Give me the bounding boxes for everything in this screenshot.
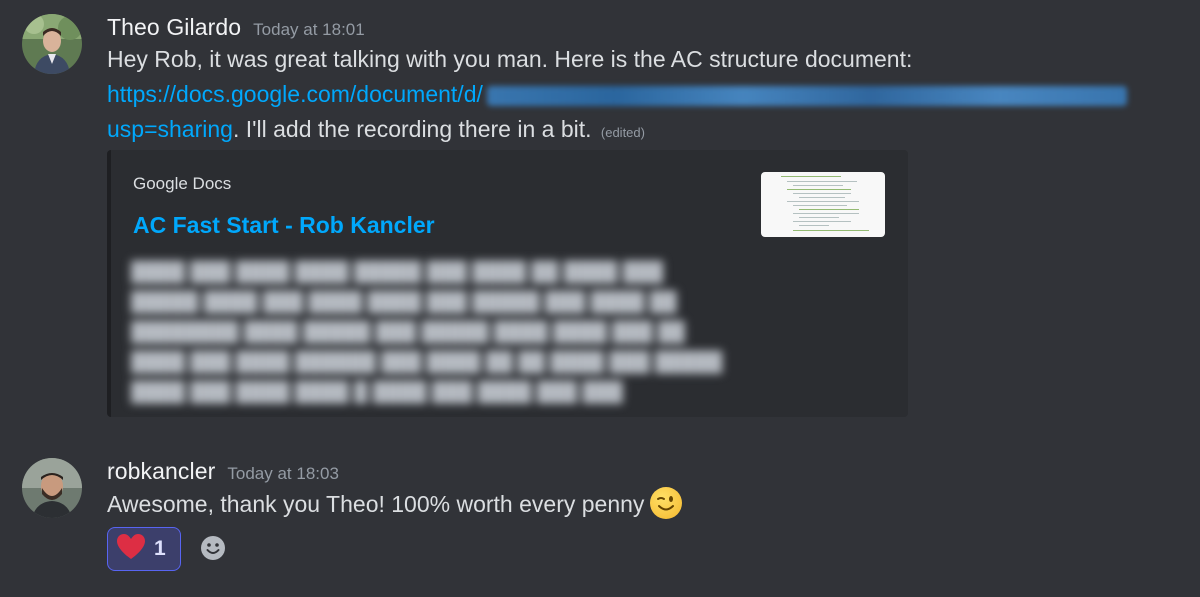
message-text-rest: . I'll add the recording there in a bit. bbox=[232, 116, 592, 142]
edited-label: (edited) bbox=[600, 125, 645, 140]
doc-link-end[interactable]: usp=sharing bbox=[107, 116, 233, 142]
message-text-line2: usp=sharing. I'll add the recording ther… bbox=[107, 112, 645, 150]
username[interactable]: Theo Gilardo bbox=[107, 14, 241, 41]
smiley-icon bbox=[200, 535, 226, 566]
timestamp: Today at 18:01 bbox=[253, 20, 365, 39]
timestamp: Today at 18:03 bbox=[227, 464, 339, 483]
link-embed: Google Docs AC Fast Start - Rob Kancler … bbox=[107, 150, 908, 417]
avatar-rob[interactable] bbox=[22, 458, 82, 518]
message-text: Awesome, thank you Theo! 100% worth ever… bbox=[107, 486, 683, 522]
username[interactable]: robkancler bbox=[107, 458, 215, 485]
heart-icon bbox=[116, 533, 146, 566]
avatar-theo[interactable] bbox=[22, 14, 82, 74]
message-text-line1: Hey Rob, it was great talking with you m… bbox=[107, 46, 913, 72]
redacted-link-segment bbox=[486, 85, 1127, 106]
wink-emoji-icon bbox=[650, 486, 683, 519]
embed-description-blurred: ████ ███ ████ ████ █████ ███ ████ ██ ███… bbox=[131, 262, 723, 403]
embed-title[interactable]: AC Fast Start - Rob Kancler bbox=[133, 212, 435, 239]
embed-provider: Google Docs bbox=[133, 174, 232, 193]
reaction-count: 1 bbox=[154, 537, 166, 560]
embed-thumbnail[interactable] bbox=[761, 172, 885, 237]
doc-link[interactable]: https://docs.google.com/document/d/ bbox=[107, 81, 483, 107]
reaction-heart[interactable]: 1 bbox=[107, 527, 181, 571]
message-link-line: https://docs.google.com/document/d/ bbox=[107, 77, 1127, 112]
message-text-content: Awesome, thank you Theo! 100% worth ever… bbox=[107, 491, 645, 517]
add-reaction-button[interactable] bbox=[190, 530, 236, 570]
